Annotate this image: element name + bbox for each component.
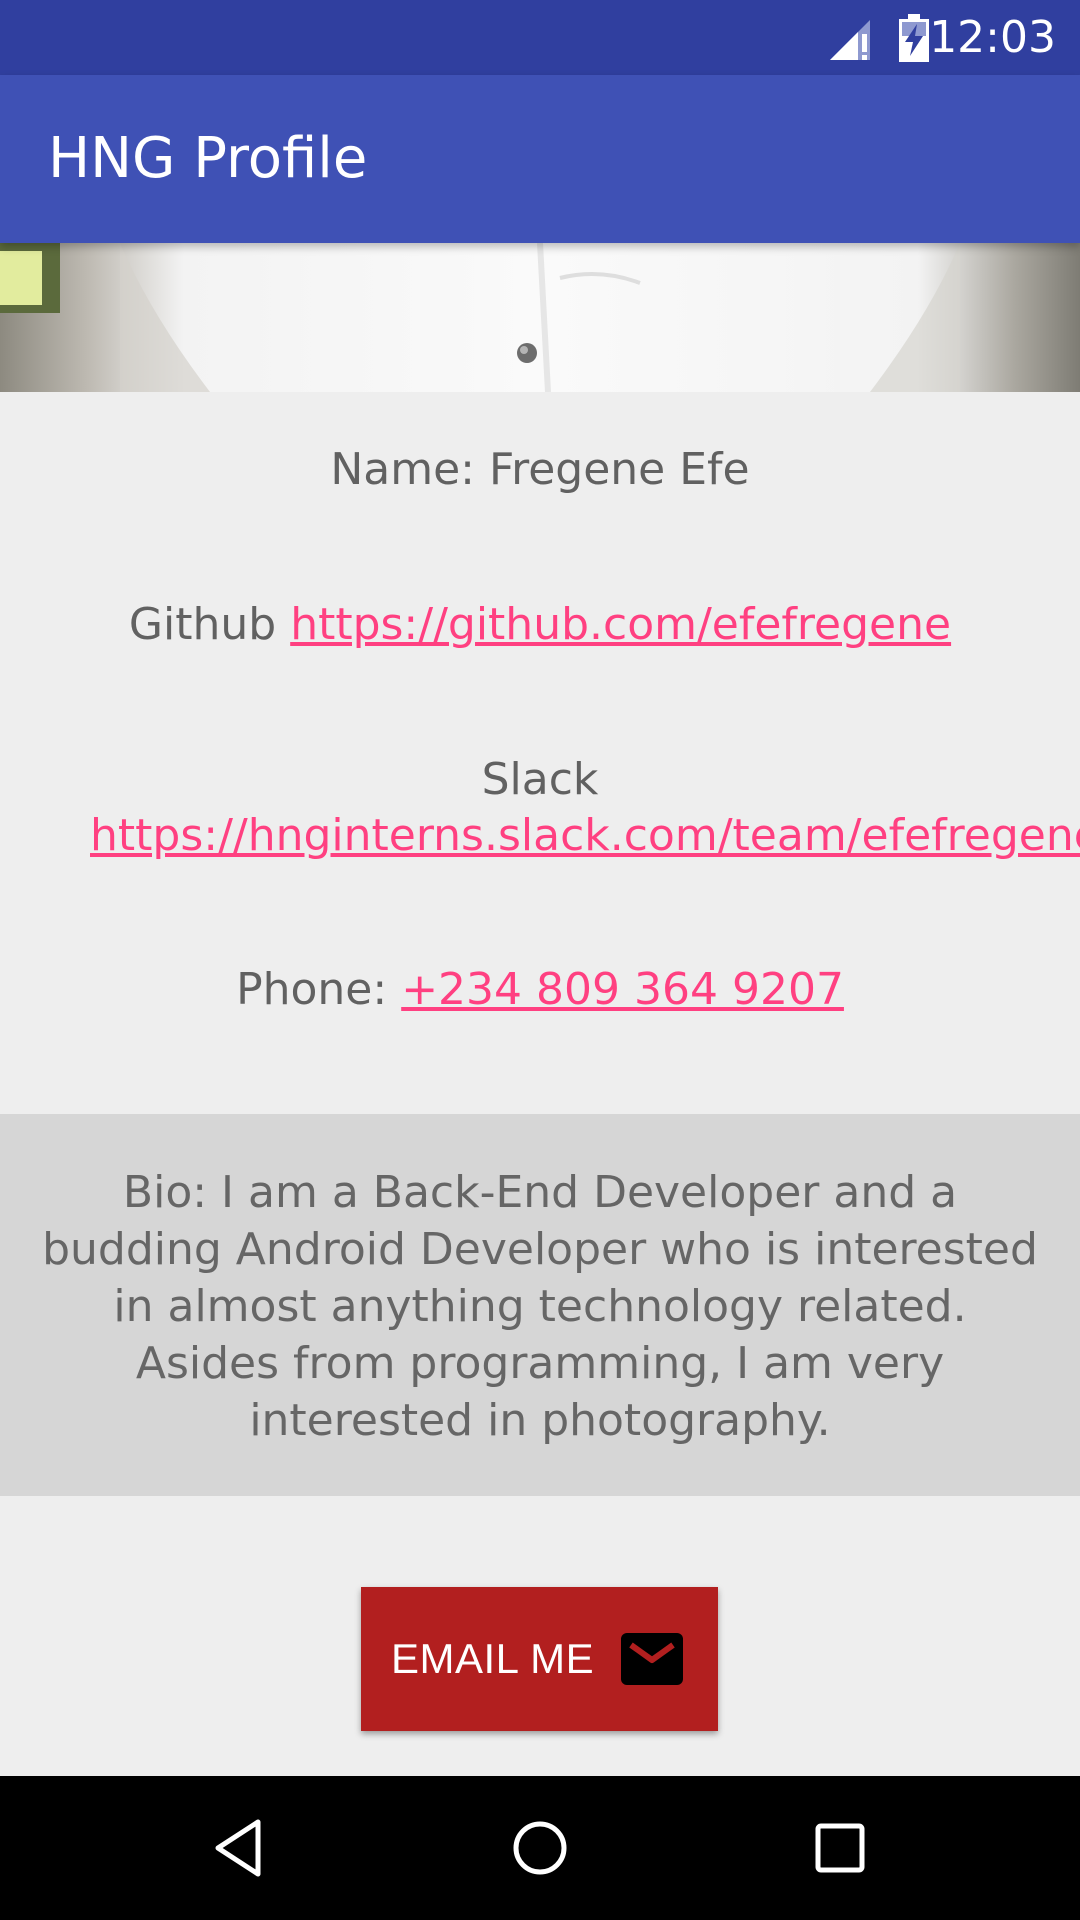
navigation-bar xyxy=(0,1776,1080,1920)
battery-charging-icon xyxy=(899,14,929,62)
app-bar: HNG Profile xyxy=(0,75,1080,243)
profile-photo-art xyxy=(0,243,960,392)
status-bar: 12:03 xyxy=(0,0,1080,75)
email-me-button[interactable]: EMAIL ME xyxy=(361,1587,718,1731)
github-row: Github https://github.com/efefregene xyxy=(40,597,1040,653)
phone-label: Phone: xyxy=(236,964,388,1015)
bio-section: Bio: I am a Back-End Developer and a bud… xyxy=(0,1114,1080,1496)
slack-link[interactable]: https://hnginterns.slack.com/team/efefre… xyxy=(90,810,1080,861)
slack-label: Slack xyxy=(481,754,599,805)
mail-icon xyxy=(621,1633,683,1685)
signal-alert-icon xyxy=(830,20,870,60)
slack-row: Slack https://hnginterns.slack.com/team/… xyxy=(40,752,1080,864)
recents-icon[interactable] xyxy=(808,1816,872,1880)
profile-info: Name: Fregene Efe Github https://github.… xyxy=(0,392,1080,1114)
status-time: 12:03 xyxy=(929,12,1056,63)
github-label: Github xyxy=(128,599,277,650)
back-icon[interactable] xyxy=(208,1816,272,1880)
app-title: HNG Profile xyxy=(48,126,368,191)
bio-text: Bio: I am a Back-End Developer and a bud… xyxy=(42,1167,1038,1446)
github-link[interactable]: https://github.com/efefregene xyxy=(290,599,951,650)
home-icon[interactable] xyxy=(508,1816,572,1880)
email-button-label: EMAIL ME xyxy=(391,1635,595,1682)
profile-photo xyxy=(0,243,1080,392)
phone-link[interactable]: +234 809 364 9207 xyxy=(401,964,844,1015)
phone-row: Phone: +234 809 364 9207 xyxy=(40,962,1040,1018)
name-text: Name: Fregene Efe xyxy=(330,444,750,495)
